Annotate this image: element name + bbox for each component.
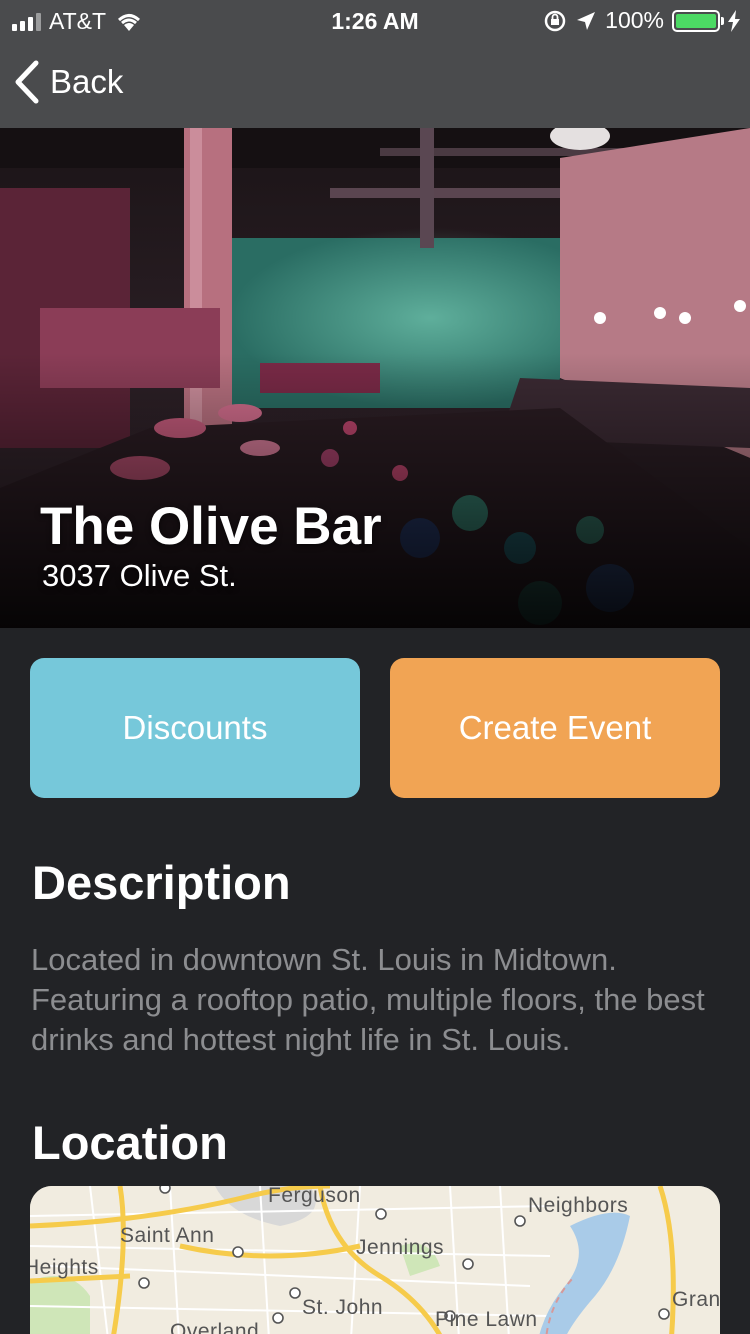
map-label-pine-lawn: Pine Lawn [435,1308,538,1331]
back-label: Back [50,63,124,100]
map-label-neighbors: Neighbors [528,1194,629,1217]
map-label-saint-ann: Saint Ann [120,1224,215,1247]
map-label-heights: Heights [30,1256,99,1279]
location-map[interactable]: Ferguson Saint Ann Jennings Neighbors He… [30,1186,720,1334]
discounts-button[interactable]: Discounts [30,658,360,798]
location-arrow-icon [577,11,596,30]
battery-percent: 100% [605,7,664,33]
map-label-gran: Gran [672,1288,720,1311]
venue-address: 3037 Olive St. [42,558,237,593]
battery-icon [672,9,724,32]
status-right: 100% [543,7,740,34]
map-label-ferguson: Ferguson [268,1186,361,1207]
create-event-button[interactable]: Create Event [390,658,720,798]
status-bar: AT&T 1:26 AM 100% [0,0,750,40]
venue-hero-image: The Olive Bar 3037 Olive St. [0,128,750,628]
venue-name: The Olive Bar [40,497,382,556]
location-heading: Location [32,1116,228,1169]
description-text: Located in downtown St. Louis in Midtown… [31,942,705,1057]
orientation-lock-icon [544,10,566,31]
navigation-bar: Back [0,40,750,128]
map-label-overland: Overland [170,1320,260,1334]
chevron-left-icon [15,60,39,104]
back-button[interactable]: Back [14,60,123,104]
charging-bolt-icon [728,9,740,32]
description-heading: Description [32,856,291,909]
map-label-jennings: Jennings [356,1236,445,1259]
map-label-st-john: St. John [302,1296,384,1319]
